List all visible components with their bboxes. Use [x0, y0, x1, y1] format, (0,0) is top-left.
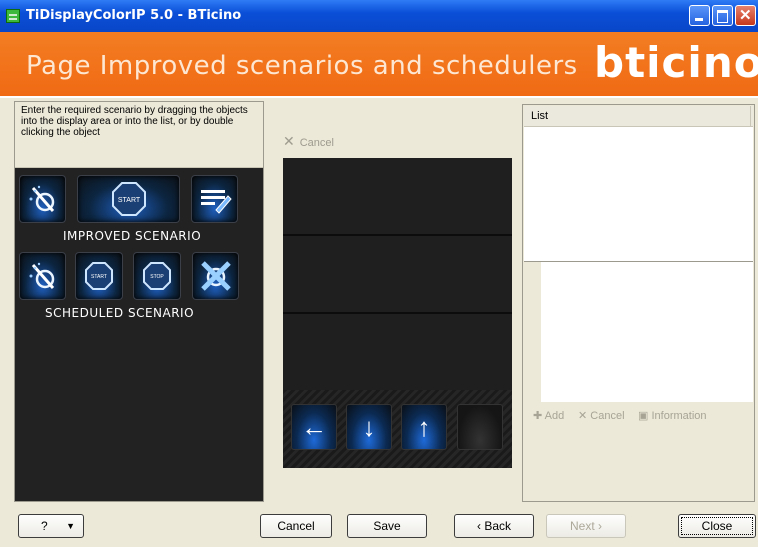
improved-scenario-edit-tile[interactable]	[191, 175, 238, 223]
improved-scenario-start-tile[interactable]: START	[77, 175, 180, 223]
arrow-left-icon: ←	[301, 412, 327, 442]
next-button[interactable]: Next ›	[546, 514, 626, 538]
help-dropdown[interactable]: ? ▼	[18, 514, 84, 538]
improved-scenario-wand-tile[interactable]	[19, 175, 66, 223]
list-column-header: List	[531, 110, 549, 122]
list-header[interactable]: List	[524, 106, 753, 127]
plus-icon: ✚	[533, 410, 543, 422]
scheduled-disable-tile[interactable]	[192, 252, 239, 300]
display-area[interactable]: ← ↓ ↑	[283, 158, 512, 468]
save-button[interactable]: Save	[347, 514, 427, 538]
list-column-resize[interactable]	[750, 106, 754, 126]
display-cancel-button[interactable]: ✕ Cancel	[283, 133, 351, 153]
display-slot-3[interactable]	[283, 314, 512, 392]
add-button[interactable]: ✚ Add	[533, 409, 564, 422]
dropdown-arrow-icon: ▼	[66, 521, 75, 531]
arrow-down-icon: ↓	[362, 412, 376, 442]
start-button-icon: START	[111, 182, 146, 216]
start-icon: START	[85, 262, 113, 290]
information-label: Information	[651, 410, 707, 422]
close-window-button[interactable]	[735, 5, 756, 26]
blank-button[interactable]	[457, 404, 503, 450]
title-bar[interactable]: TiDisplayColorIP 5.0 - BTicino	[0, 0, 758, 32]
page-header: Page Improved scenarios and schedulers b…	[0, 32, 758, 98]
stop-text: STOP	[150, 274, 164, 280]
display-slot-1[interactable]	[283, 158, 512, 236]
list-cancel-button[interactable]: ✕ Cancel	[578, 409, 625, 422]
start-text: START	[117, 197, 140, 204]
scheduled-scenario-label: SCHEDULED SCENARIO	[45, 306, 195, 320]
minimize-button[interactable]	[689, 5, 710, 26]
arrow-down-button[interactable]: ↓	[346, 404, 392, 450]
close-button[interactable]: Close	[678, 514, 756, 538]
list-cancel-label: Cancel	[590, 410, 625, 422]
stop-icon: STOP	[143, 262, 171, 290]
scheduled-scenario-wand-tile[interactable]	[19, 252, 66, 300]
arrow-up-icon: ↑	[417, 412, 431, 442]
cancel-x-icon: ✕	[283, 133, 295, 149]
page-title: Page Improved scenarios and schedulers	[26, 51, 578, 81]
window-title: TiDisplayColorIP 5.0 - BTicino	[26, 8, 242, 23]
improved-scenario-label: IMPROVED SCENARIO	[63, 229, 202, 243]
information-button[interactable]: ▣ Information	[638, 409, 707, 422]
list-panel: List ✚ Add ✕ Cancel ▣ Information	[522, 104, 755, 502]
disable-scenario-icon	[200, 261, 231, 291]
list-detail-area[interactable]	[541, 262, 753, 402]
arrow-up-button[interactable]: ↑	[401, 404, 447, 450]
cancel-button[interactable]: Cancel	[260, 514, 332, 538]
scenario-list[interactable]	[524, 127, 753, 262]
bottom-toolbar: ? ▼ Cancel Save ‹ Back Next › Close	[0, 505, 758, 547]
scenario-wand-icon	[29, 185, 54, 212]
maximize-button[interactable]	[712, 5, 733, 26]
start-text: START	[91, 274, 107, 280]
arrow-left-button[interactable]: ←	[291, 404, 337, 450]
cancel-x-icon: ✕	[578, 410, 588, 422]
edit-pen-icon	[200, 190, 232, 214]
display-cancel-label: Cancel	[299, 137, 334, 149]
list-action-bar: ✚ Add ✕ Cancel ▣ Information	[524, 403, 753, 427]
scheduled-start-tile[interactable]: START	[75, 252, 123, 300]
help-label: ?	[41, 519, 48, 533]
add-label: Add	[544, 410, 565, 422]
display-slot-2[interactable]	[283, 236, 512, 314]
app-icon	[6, 9, 20, 23]
instructions-text: Enter the required scenario by dragging …	[15, 102, 263, 168]
navigation-bar: ← ↓ ↑	[283, 390, 512, 468]
info-icon: ▣	[638, 410, 649, 422]
bticino-logo: bticino	[594, 38, 758, 87]
back-button[interactable]: ‹ Back	[454, 514, 534, 538]
object-palette: Enter the required scenario by dragging …	[14, 101, 264, 502]
scenario-wand-icon	[29, 262, 54, 289]
scheduled-stop-tile[interactable]: STOP	[133, 252, 181, 300]
